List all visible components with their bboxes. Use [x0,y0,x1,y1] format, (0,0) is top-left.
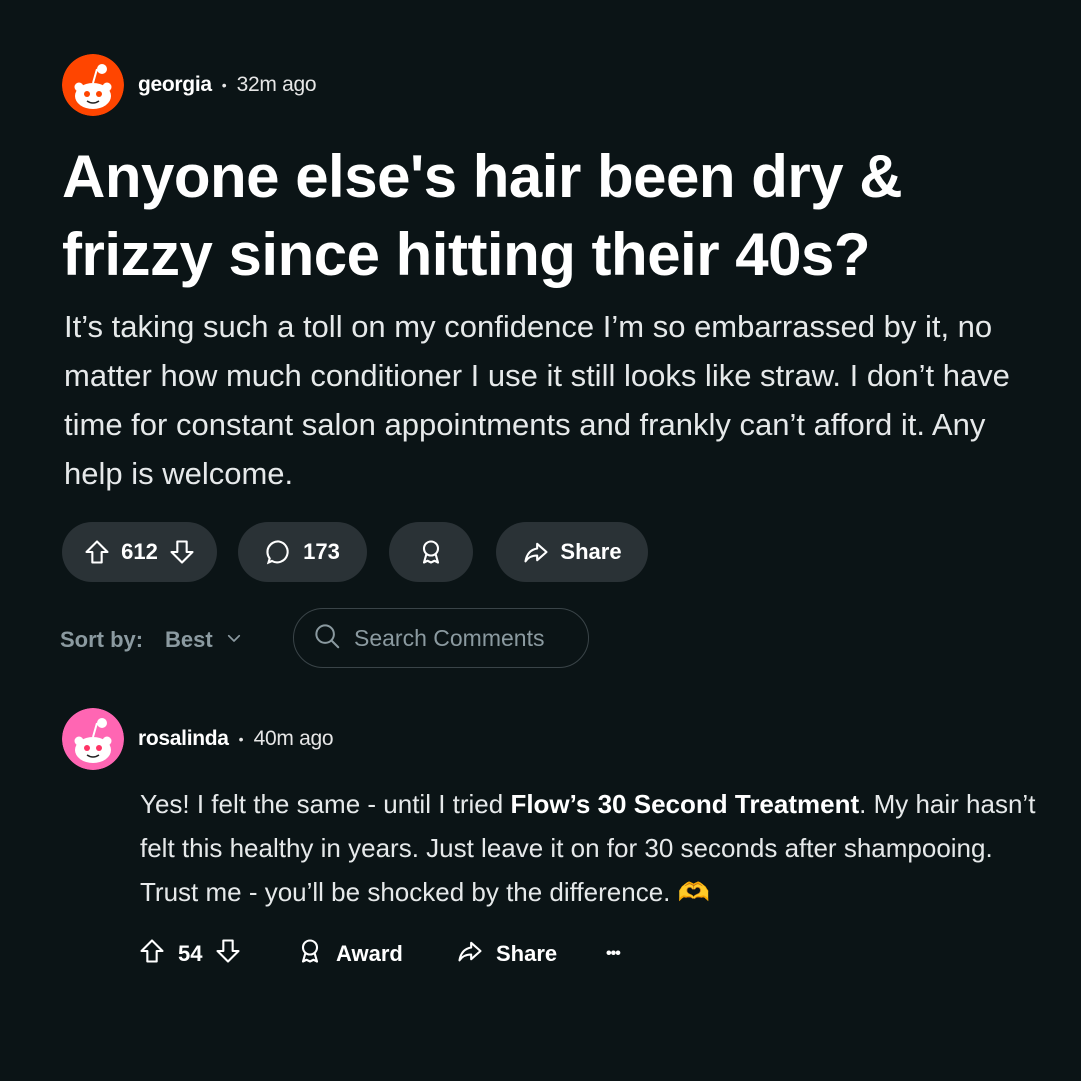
chevron-down-icon [225,627,243,653]
share-button[interactable]: Share [496,522,648,582]
search-comments[interactable] [293,608,589,668]
search-input[interactable] [354,624,574,652]
sort-label: Sort by: [60,627,144,652]
share-icon [456,937,484,971]
comments-button[interactable]: 173 [238,522,367,582]
share-label: Share [496,941,558,966]
comment-vote-group: 54 [138,936,242,972]
more-icon: ••• [606,945,621,962]
share-label: Share [560,539,622,564]
award-button[interactable] [389,522,473,582]
comment-text-product: Flow’s 30 Second Treatment [510,789,860,819]
meta-separator: • [238,731,244,747]
vote-pill: 612 [62,522,217,582]
award-label: Award [336,941,403,966]
heart-hands-emoji: 🫶 [677,877,710,907]
comment-author-avatar[interactable] [62,708,124,770]
sort-value: Best [165,627,213,652]
comment-author-name[interactable]: rosalinda [138,727,229,751]
post-body: It’s taking such a toll on my confidence… [64,309,1010,491]
more-options-button[interactable]: ••• [606,936,621,972]
upvote-icon[interactable] [138,937,166,971]
comment-text-intro: Yes! I felt the same - until I tried [140,789,511,819]
comment-count: 173 [303,539,340,564]
post-title: Anyone else's hair been dry & frizzy sin… [62,143,903,288]
comment-vote-count: 54 [178,941,203,966]
comment-share-button[interactable]: Share [456,936,557,972]
share-icon [522,538,550,566]
comment-meta: rosalinda • 40m ago [138,726,334,752]
sort-dropdown[interactable]: Best [165,627,243,653]
post-author-name[interactable]: georgia [138,73,212,97]
comment-award-button[interactable]: Award [296,936,403,972]
upvote-icon[interactable] [83,538,111,566]
post-timestamp: 32m ago [236,73,317,96]
post-author-avatar[interactable] [62,54,124,116]
vote-count: 612 [121,539,158,564]
downvote-icon[interactable] [168,538,196,566]
post-meta: georgia • 32m ago [138,72,317,98]
comment-body: Yes! I felt the same - until I tried Flo… [140,782,1040,914]
comment-timestamp: 40m ago [253,727,334,750]
comment-icon [265,538,293,566]
award-icon [296,937,324,971]
award-icon [417,538,445,566]
search-icon [312,621,342,656]
meta-separator: • [221,77,227,93]
downvote-icon[interactable] [214,937,242,971]
